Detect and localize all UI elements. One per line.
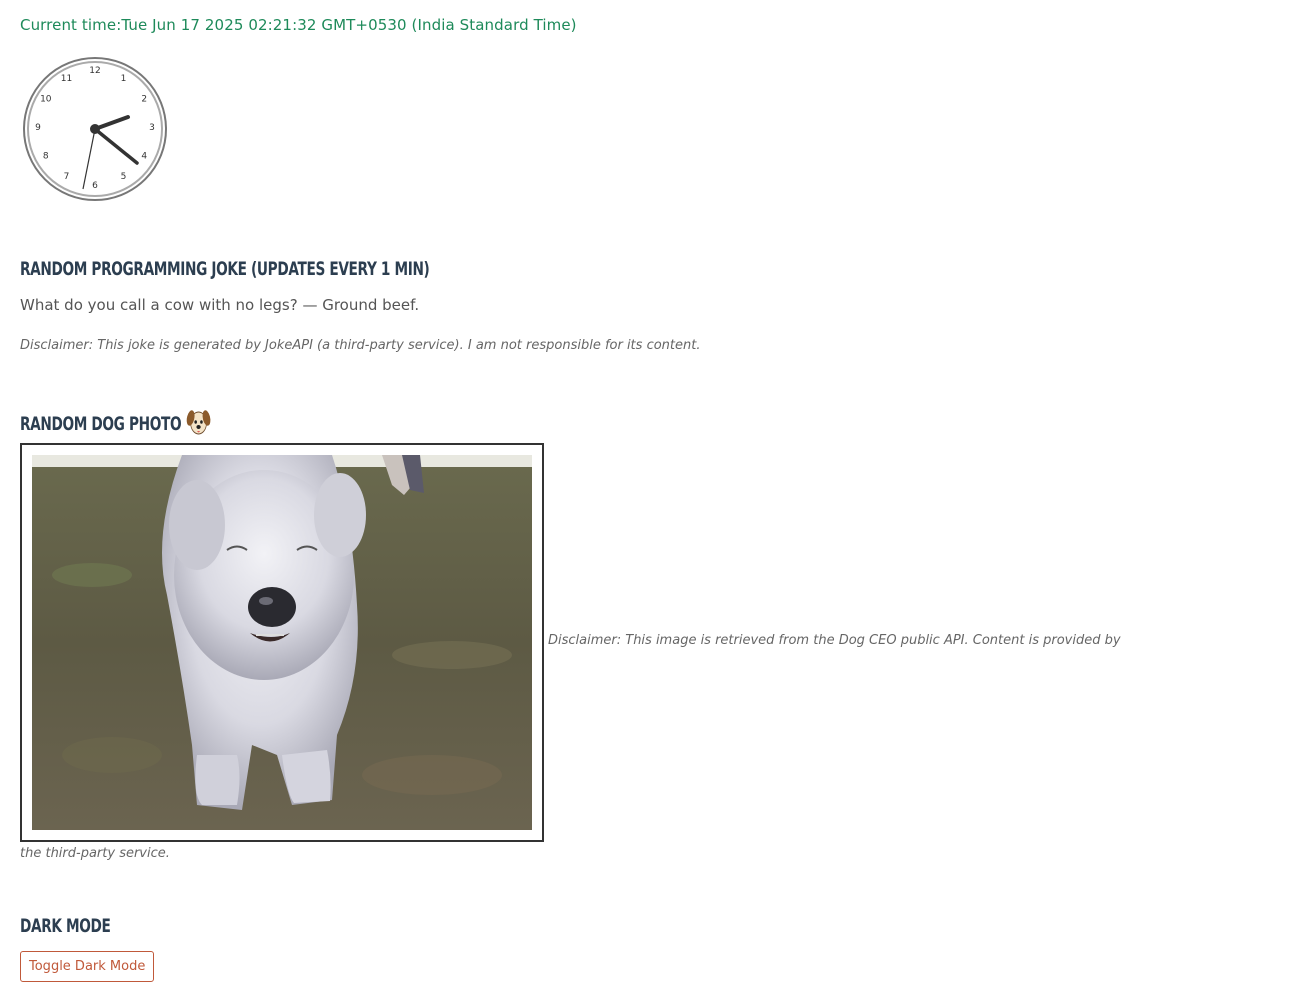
current-time-label: Current time: [20,16,122,34]
current-time-value: Tue Jun 17 2025 02:21:32 GMT+0530 (India… [121,16,577,34]
clock-number: 2 [141,95,147,105]
clock-number: 1 [121,74,127,84]
dog-disclaimer-line1: Disclaimer: This image is retrieved from… [548,633,1121,648]
clock-number: 5 [121,172,127,182]
joke-disclaimer: Disclaimer: This joke is generated by Jo… [20,338,701,353]
clock-number: 12 [89,66,100,76]
analog-clock: 12 1 2 3 4 5 6 7 8 9 10 11 [23,57,167,201]
dog-photo-frame [20,443,544,842]
clock-number: 9 [35,123,41,133]
clock-number: 10 [40,95,52,105]
clock-number: 3 [149,123,155,133]
dog-photo [32,455,532,830]
current-time: Current time:Tue Jun 17 2025 02:21:32 GM… [20,16,577,34]
clock-number: 11 [61,74,72,84]
dog-face-icon [186,407,212,442]
joke-heading: Random Programming Joke (Updates every 1… [20,258,430,280]
joke-text: What do you call a cow with no legs? — G… [20,296,420,314]
dog-heading: Random Dog Photo [20,407,212,442]
clock-number: 6 [92,181,98,191]
clock-number: 7 [64,172,70,182]
dog-disclaimer-line2: the third-party service. [20,846,170,861]
dog-heading-label: Random Dog Photo [20,413,182,435]
clock-number: 4 [141,152,147,162]
toggle-dark-mode-button[interactable]: Toggle Dark Mode [20,951,155,982]
dark-mode-heading: Dark Mode [20,915,111,937]
clock-number: 8 [43,152,49,162]
